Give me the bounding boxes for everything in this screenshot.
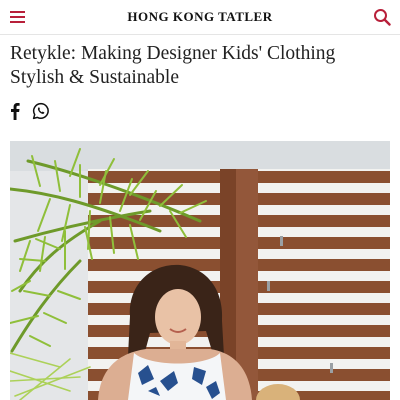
site-logo[interactable]: HONG KONG TATLER — [0, 9, 400, 25]
hero-image[interactable] — [10, 141, 390, 400]
facebook-icon[interactable] — [10, 102, 20, 120]
whatsapp-icon[interactable] — [32, 102, 50, 120]
search-icon[interactable] — [373, 8, 391, 26]
top-navigation-bar: HONG KONG TATLER — [0, 0, 400, 35]
article-title: Retykle: Making Designer Kids' Clothing … — [10, 43, 336, 88]
hero-photo-scene — [10, 141, 390, 400]
